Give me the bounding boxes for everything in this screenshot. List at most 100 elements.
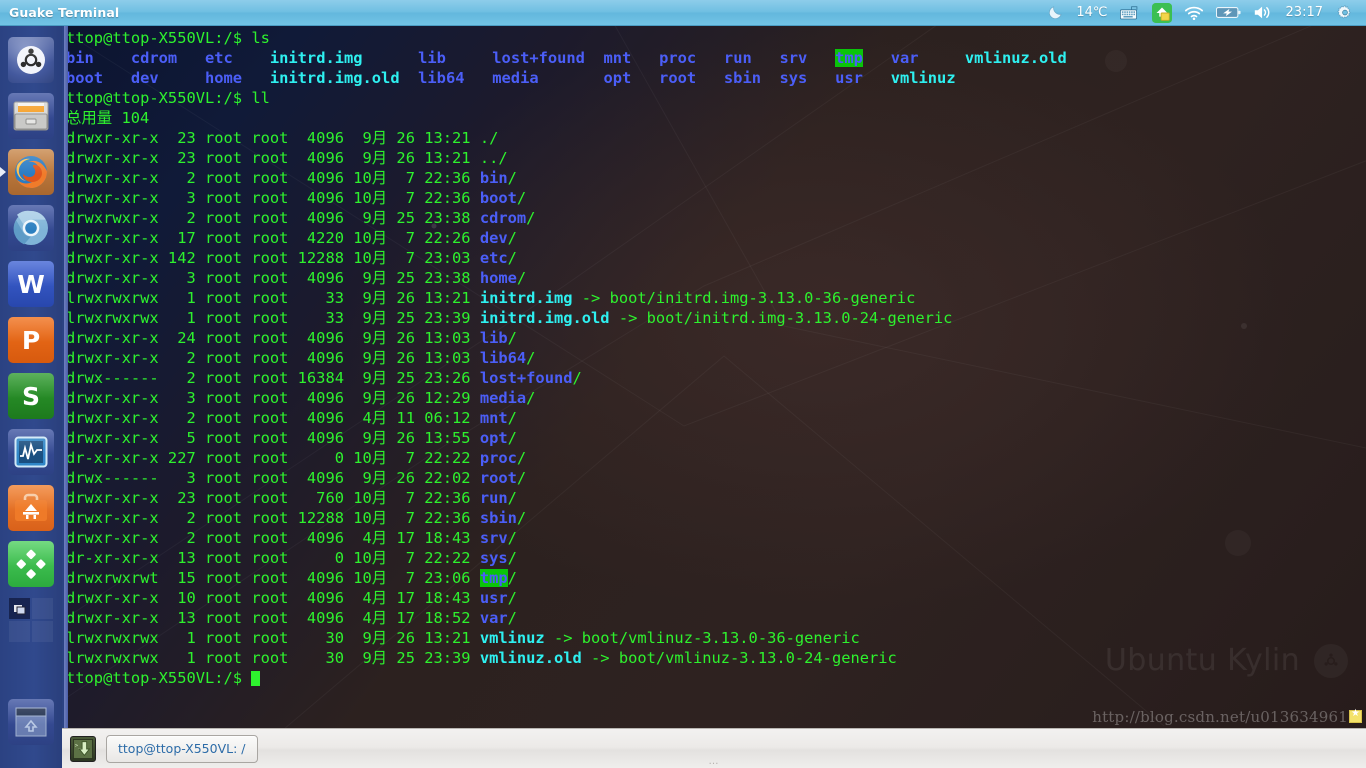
watermark-badge-icon: [1349, 708, 1362, 723]
terminal-text-span: drwxr-xr-x 3 root root 4096 9月 26 12:29: [66, 389, 480, 407]
terminal-text-span: vmlinuz.old: [964, 49, 1067, 67]
bottom-taskbar: >_ ttop@ttop-X550VL: / …: [62, 728, 1366, 768]
terminal-text-span: lib64 media opt root sbin sys usr: [418, 69, 891, 87]
terminal-line: ttop@ttop-X550VL:/$ ll: [66, 88, 1366, 108]
terminal-line: drwxr-xr-x 3 root root 4096 10月 7 22:36 …: [66, 188, 1366, 208]
terminal-text-span: -> boot/initrd.img-3.13.0-36-generic: [572, 289, 916, 307]
terminal-text-span: 总用量 104: [66, 109, 150, 127]
terminal-text-span: /: [507, 249, 517, 267]
sidebar-item-trash[interactable]: [0, 694, 62, 750]
sidebar-item-wps-spreadsheets[interactable]: S: [0, 368, 62, 424]
sidebar-item-software-center[interactable]: [0, 480, 62, 536]
guake-terminal-window[interactable]: Ubuntu Kylin ttop@ttop-X550VL:/$ ls bin c…: [62, 26, 1366, 728]
sidebar-item-files[interactable]: [0, 88, 62, 144]
terminal-text-span: /: [507, 489, 517, 507]
terminal-text-span: drwxr-xr-x 24 root root 4096 9月 26 13:03: [66, 329, 480, 347]
sidebar-item-system-monitor[interactable]: [0, 424, 62, 480]
terminal-text-span: lrwxrwxrwx 1 root root 33 9月 26 13:21: [66, 289, 480, 307]
sidebar-item-wps-presentation[interactable]: P: [0, 312, 62, 368]
terminal-text-span: proc: [479, 449, 517, 467]
icon-gloss: [8, 429, 54, 475]
terminal-text-span: lib: [418, 49, 493, 67]
terminal-line: drwxr-xr-x 2 root root 12288 10月 7 22:36…: [66, 508, 1366, 528]
wifi-icon[interactable]: [1178, 0, 1210, 26]
terminal-text-span: bin cdrom etc: [66, 49, 270, 67]
icon-gloss: [8, 317, 54, 363]
terminal-text-span: bin: [479, 169, 508, 187]
terminal-line: drwxr-xr-x 23 root root 760 10月 7 22:36 …: [66, 488, 1366, 508]
terminal-text-span: dev: [479, 229, 508, 247]
terminal-drop-icon[interactable]: >_: [70, 735, 96, 762]
terminal-line: drwxr-xr-x 2 root root 4096 10月 7 22:36 …: [66, 168, 1366, 188]
icon-gloss: [8, 205, 54, 251]
moon-icon[interactable]: [1041, 0, 1070, 26]
taskbar-window-button[interactable]: ttop@ttop-X550VL: /: [106, 734, 258, 763]
terminal-line: drwxr-xr-x 13 root root 4096 4月 17 18:52…: [66, 608, 1366, 628]
terminal-line: drwxr-xr-x 17 root root 4220 10月 7 22:26…: [66, 228, 1366, 248]
sidebar-item-chromium[interactable]: [0, 200, 62, 256]
sidebar-item-ubuntu-dash[interactable]: [0, 32, 62, 88]
terminal-text-span: drwxrwxrwt 15 root root 4096 10月 7 23:06: [66, 569, 480, 587]
battery-charging-icon[interactable]: [1210, 0, 1247, 26]
terminal-text-span: drwxr-xr-x 17 root root 4220 10月 7 22:26: [66, 229, 480, 247]
terminal-text-span: /: [507, 429, 517, 447]
terminal-line: drwxr-xr-x 142 root root 12288 10月 7 23:…: [66, 248, 1366, 268]
terminal-text-span: lost+found mnt proc run srv: [492, 49, 836, 67]
terminal-text-span: /: [507, 529, 517, 547]
terminal-text-span: boot dev home: [66, 69, 270, 87]
keyboard-indicator-icon[interactable]: [1114, 0, 1146, 26]
terminal-text-span: drwxr-xr-x 2 root root 4096 9月 26 13:03: [66, 349, 480, 367]
terminal-text-span: tmp: [835, 49, 863, 67]
terminal-text-span: lib64: [479, 349, 527, 367]
terminal-text-span: /: [526, 349, 536, 367]
terminal-text-span: boot: [479, 189, 517, 207]
terminal-text-span: dr-xr-xr-x 13 root root 0 10月 7 22:22: [66, 549, 480, 567]
terminal-text-span: drwxrwxr-x 2 root root 4096 9月 25 23:38: [66, 209, 480, 227]
sidebar-item-workspace-switcher[interactable]: [0, 592, 62, 648]
terminal-text-span: ttop@ttop-X550VL:/$ ll: [66, 89, 270, 107]
terminal-text-span: var: [862, 49, 965, 67]
terminal-text-span: drwxr-xr-x 13 root root 4096 4月 17 18:52: [66, 609, 480, 627]
terminal-line: drwxr-xr-x 2 root root 4096 4月 11 06:12 …: [66, 408, 1366, 428]
svg-text:>_: >_: [75, 743, 82, 749]
terminal-text-span: /: [507, 569, 517, 587]
terminal-text-span: -> boot/initrd.img-3.13.0-24-generic: [609, 309, 953, 327]
icon-gloss: [8, 373, 54, 419]
sidebar-item-youker-assistant[interactable]: [0, 536, 62, 592]
terminal-line: drwxr-xr-x 2 root root 4096 4月 17 18:43 …: [66, 528, 1366, 548]
clock-indicator[interactable]: 23:17: [1279, 0, 1330, 26]
terminal-text-span: opt: [479, 429, 508, 447]
sidebar-item-wps-writer[interactable]: W: [0, 256, 62, 312]
sidebar-item-firefox[interactable]: [0, 144, 62, 200]
file-cabinet-icon: [8, 93, 54, 139]
terminal-cursor: [251, 671, 261, 686]
software-updater-icon[interactable]: [1146, 0, 1178, 26]
terminal-line: dr-xr-xr-x 13 root root 0 10月 7 22:22 sy…: [66, 548, 1366, 568]
terminal-text-span: /: [507, 589, 517, 607]
terminal-text-span: /: [516, 509, 527, 527]
terminal-line: drwxr-xr-x 3 root root 4096 9月 25 23:38 …: [66, 268, 1366, 288]
terminal-text-span: initrd.img.old: [479, 309, 610, 327]
toolbox-icon: [8, 485, 54, 531]
terminal-text-span: usr: [479, 589, 508, 607]
system-monitor-icon: [8, 429, 54, 475]
terminal-text-span: drwxr-xr-x 3 root root 4096 9月 25 23:38: [66, 269, 480, 287]
terminal-output[interactable]: ttop@ttop-X550VL:/$ ls bin cdrom etc init…: [64, 26, 1366, 688]
system-tray: 14℃ 23:17: [1041, 0, 1360, 26]
terminal-line: drwxr-xr-x 23 root root 4096 9月 26 13:21…: [66, 128, 1366, 148]
terminal-line: lrwxrwxrwx 1 root root 33 9月 25 23:39 in…: [66, 308, 1366, 328]
terminal-text-span: /: [507, 549, 517, 567]
temperature-indicator[interactable]: 14℃: [1070, 0, 1113, 26]
terminal-text-span: drwxr-xr-x 23 root root 760 10月 7 22:36: [66, 489, 480, 507]
volume-icon[interactable]: [1247, 0, 1279, 26]
terminal-text-span: vmlinuz.old: [479, 649, 582, 667]
terminal-text-span: var: [479, 609, 508, 627]
gear-icon[interactable]: [1330, 0, 1360, 26]
terminal-line: drwxrwxr-x 2 root root 4096 9月 25 23:38 …: [66, 208, 1366, 228]
terminal-text-span: vmlinuz: [479, 629, 545, 647]
green-diamond-icon: [8, 541, 54, 587]
terminal-text-span: media: [479, 389, 527, 407]
icon-gloss: [8, 541, 54, 587]
terminal-scrollbar[interactable]: [64, 26, 68, 728]
terminal-text-span: run: [479, 489, 508, 507]
